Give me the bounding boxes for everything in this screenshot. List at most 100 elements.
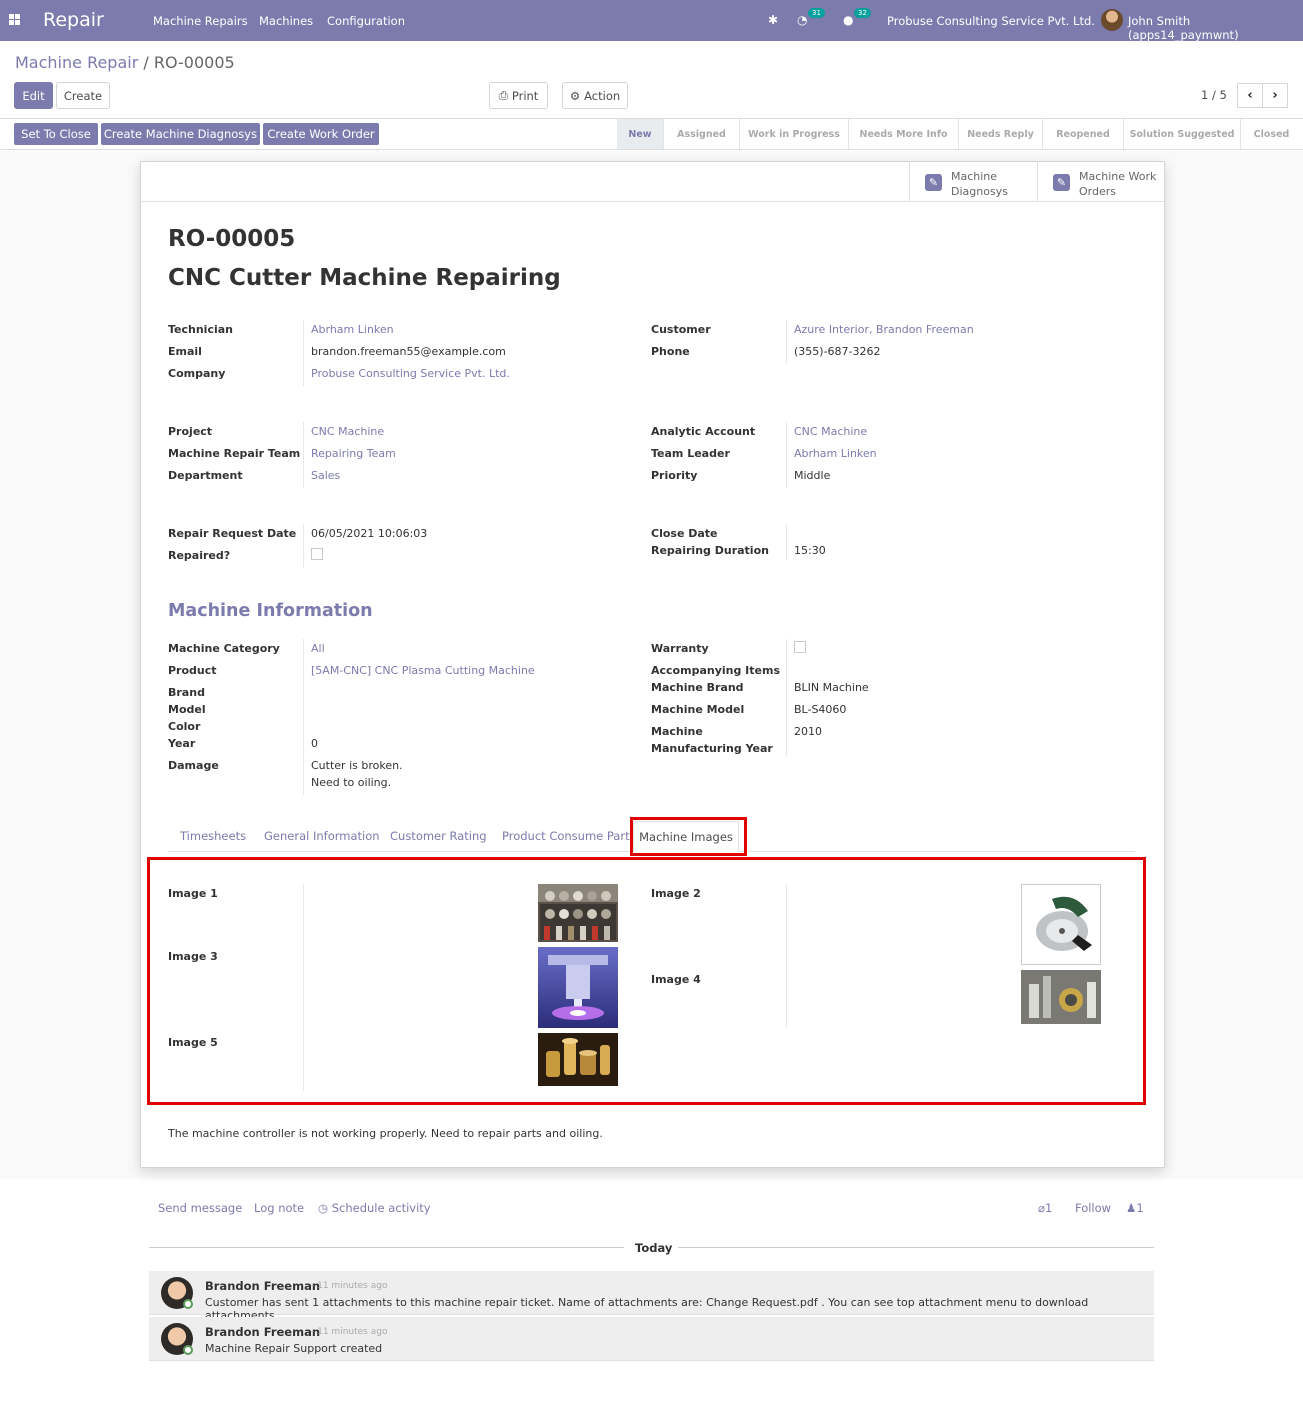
create-machine-diagnosys-button[interactable]: Create Machine Diagnosys: [101, 123, 260, 145]
customer-label: Customer: [651, 323, 711, 336]
edit-button[interactable]: Edit: [14, 82, 53, 109]
log-note-button[interactable]: Log note: [254, 1201, 304, 1215]
year-label: Year: [168, 737, 196, 750]
tab-customer-rating[interactable]: Customer Rating: [390, 829, 487, 843]
followers-button[interactable]: ♟1: [1126, 1201, 1144, 1215]
machine-model-label: Machine Model: [651, 703, 745, 716]
priority-value: Middle: [794, 469, 831, 482]
team-leader-label: Team Leader: [651, 447, 730, 460]
breadcrumb-current: RO-00005: [153, 53, 235, 72]
action-button[interactable]: ⚙ Action: [562, 82, 628, 109]
status-bar: New Assigned Work in Progress Needs More…: [617, 119, 1302, 149]
stage-reopened[interactable]: Reopened: [1043, 119, 1124, 149]
field-separator: [786, 639, 787, 757]
top-navbar: Repair Machine Repairs Machines Configur…: [0, 0, 1303, 42]
analytic-account-value[interactable]: CNC Machine: [794, 425, 867, 438]
email-value: brandon.freeman55@example.com: [311, 345, 506, 358]
app-brand[interactable]: Repair: [43, 9, 104, 31]
date-divider-line: [149, 1247, 624, 1248]
technician-label: Technician: [168, 323, 234, 336]
date-divider: Today: [635, 1241, 673, 1255]
machine-diagnosys-smart-button[interactable]: ✎ Machine Diagnosys: [909, 162, 1037, 202]
phone-value: (355)-687-3262: [794, 345, 881, 358]
messaging-icon[interactable]: ● 32: [843, 8, 871, 27]
tab-product-consume-part[interactable]: Product Consume Part: [502, 829, 630, 843]
bug-icon[interactable]: ✱: [768, 13, 778, 27]
stage-assigned[interactable]: Assigned: [664, 119, 740, 149]
form-header: Set To Close Create Machine Diagnosys Cr…: [0, 118, 1303, 150]
highlight-images-annotation: [147, 857, 1146, 1105]
date-divider-line: [678, 1247, 1154, 1248]
team-leader-value[interactable]: Abrham Linken: [794, 447, 877, 460]
breadcrumb-parent[interactable]: Machine Repair: [15, 53, 138, 72]
message-time: - 11 minutes ago: [311, 1327, 388, 1337]
menu-configuration[interactable]: Configuration: [327, 14, 405, 28]
activity-icon[interactable]: ◔ 31: [797, 8, 825, 27]
field-separator: [303, 422, 304, 488]
manufacturing-year-value: 2010: [794, 725, 822, 738]
product-value[interactable]: [5AM-CNC] CNC Plasma Cutting Machine: [311, 664, 535, 677]
brand-label: Brand: [168, 686, 205, 699]
manufacturing-year-label-1: Machine: [651, 725, 703, 738]
stage-solution-suggested[interactable]: Solution Suggested: [1124, 119, 1241, 149]
record-reference: RO-00005: [168, 226, 296, 252]
machine-brand-value: BLIN Machine: [794, 681, 869, 694]
gear-icon: ⚙: [569, 88, 581, 103]
machine-category-label: Machine Category: [168, 642, 280, 655]
warranty-label: Warranty: [651, 642, 709, 655]
close-date-label: Close Date: [651, 527, 718, 540]
pager-value[interactable]: 1 / 5: [1201, 88, 1227, 102]
manufacturing-year-label-2: Manufacturing Year: [651, 742, 773, 755]
damage-label: Damage: [168, 759, 219, 772]
company-switcher[interactable]: Probuse Consulting Service Pvt. Ltd.: [887, 14, 1095, 28]
tab-timesheets[interactable]: Timesheets: [180, 829, 246, 843]
message-author[interactable]: Brandon Freeman: [205, 1279, 320, 1293]
warranty-checkbox[interactable]: [794, 641, 806, 653]
email-label: Email: [168, 345, 202, 358]
stage-new[interactable]: New: [617, 119, 664, 149]
phone-label: Phone: [651, 345, 690, 358]
message-author[interactable]: Brandon Freeman: [205, 1325, 320, 1339]
department-value[interactable]: Sales: [311, 469, 340, 482]
duration-value: 15:30: [794, 544, 826, 557]
send-message-button[interactable]: Send message: [158, 1201, 242, 1215]
apps-menu-icon[interactable]: [9, 14, 20, 25]
machine-model-value: BL-S4060: [794, 703, 847, 716]
set-to-close-button[interactable]: Set To Close: [14, 123, 98, 145]
print-label: Print: [511, 88, 539, 103]
create-work-order-button[interactable]: Create Work Order: [263, 123, 379, 145]
user-menu[interactable]: John Smith (apps14_paymwnt): [1128, 14, 1303, 42]
repair-description: The machine controller is not working pr…: [168, 1127, 603, 1140]
user-avatar[interactable]: [1101, 9, 1123, 31]
pager-next-button[interactable]: ›: [1262, 83, 1288, 108]
stage-needs-more-info[interactable]: Needs More Info: [849, 119, 959, 149]
menu-machines[interactable]: Machines: [259, 14, 313, 28]
pager-previous-button[interactable]: ‹: [1237, 83, 1263, 108]
machine-category-value[interactable]: All: [311, 642, 325, 655]
smart-button-label: Diagnosys: [951, 185, 1008, 198]
customer-value[interactable]: Azure Interior, Brandon Freeman: [794, 323, 974, 336]
follow-button[interactable]: Follow: [1075, 1201, 1111, 1215]
project-value[interactable]: CNC Machine: [311, 425, 384, 438]
field-separator: [786, 422, 787, 488]
create-button[interactable]: Create: [56, 82, 110, 109]
print-button[interactable]: ⎙ Print: [489, 82, 548, 109]
stage-closed[interactable]: Closed: [1241, 119, 1302, 149]
field-separator: [303, 320, 304, 386]
field-separator: [303, 639, 304, 795]
stage-work-in-progress[interactable]: Work in Progress: [740, 119, 849, 149]
stage-needs-reply[interactable]: Needs Reply: [959, 119, 1043, 149]
tab-general-information[interactable]: General Information: [264, 829, 380, 843]
schedule-activity-button[interactable]: ◷ Schedule activity: [318, 1201, 431, 1215]
machine-work-orders-smart-button[interactable]: ✎ Machine Work Orders: [1037, 162, 1164, 202]
company-value[interactable]: Probuse Consulting Service Pvt. Ltd.: [311, 367, 510, 380]
repair-team-value[interactable]: Repairing Team: [311, 447, 396, 460]
attachments-count: 1: [1044, 1201, 1053, 1215]
edit-icon: ✎: [925, 174, 942, 191]
attachments-button[interactable]: ⌀1: [1038, 1201, 1052, 1215]
company-label: Company: [168, 367, 226, 380]
edit-icon: ✎: [1053, 174, 1070, 191]
repaired-checkbox[interactable]: [311, 548, 323, 560]
technician-value[interactable]: Abrham Linken: [311, 323, 394, 336]
menu-machine-repairs[interactable]: Machine Repairs: [153, 14, 248, 28]
